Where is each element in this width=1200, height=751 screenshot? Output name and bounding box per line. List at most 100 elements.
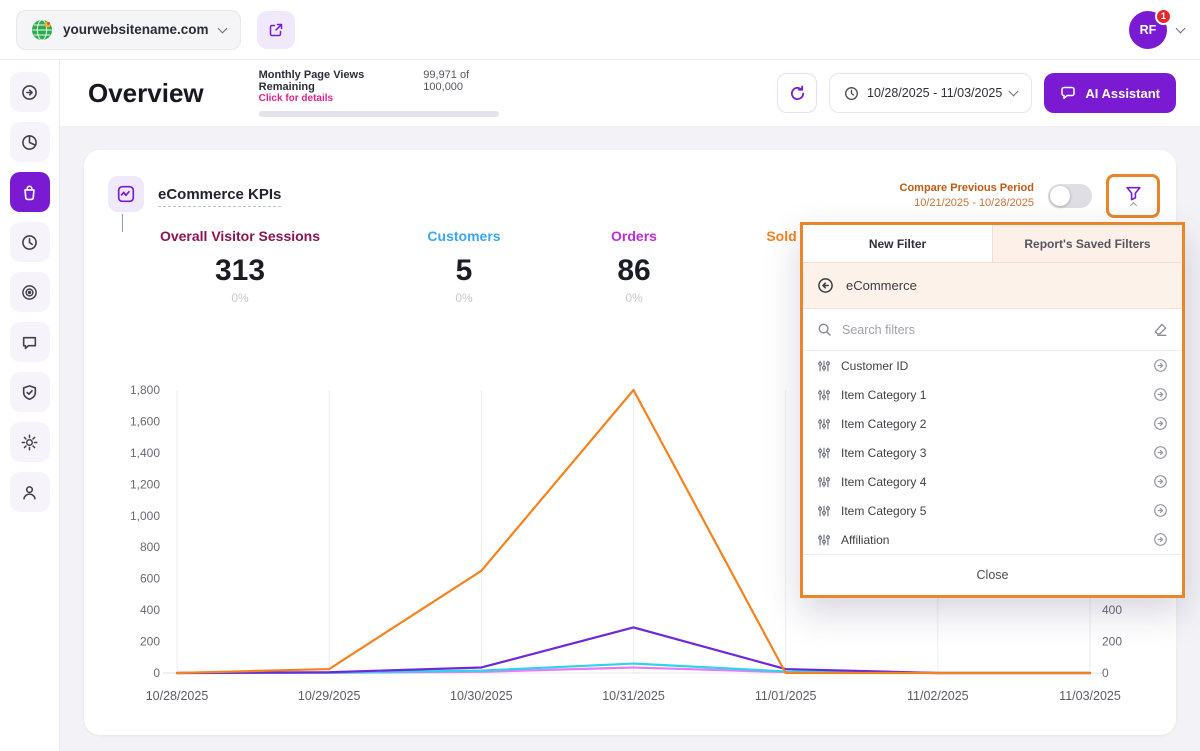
- ai-assistant-button[interactable]: AI Assistant: [1044, 73, 1176, 113]
- svg-text:11/02/2025: 11/02/2025: [907, 689, 969, 703]
- arrow-circle-right-icon[interactable]: [1153, 503, 1168, 518]
- filter-context-label: eCommerce: [846, 278, 917, 293]
- kpi-value-2: 86: [549, 254, 719, 288]
- svg-text:10/30/2025: 10/30/2025: [450, 689, 513, 703]
- user-menu[interactable]: RF 1: [1129, 11, 1167, 49]
- ai-chat-icon: [1060, 85, 1076, 101]
- filter-item-item-category-4[interactable]: Item Category 4: [803, 467, 1182, 496]
- svg-text:11/01/2025: 11/01/2025: [755, 689, 817, 703]
- pageviews-label: Monthly Page Views Remaining: [259, 69, 418, 93]
- sliders-icon: [817, 504, 831, 518]
- kpi-customers[interactable]: Customers 5 0%: [379, 228, 549, 305]
- content-area: eCommerce KPIs Compare Previous Period 1…: [60, 127, 1200, 751]
- filter-panel-close-button[interactable]: Close: [803, 554, 1182, 595]
- search-icon: [817, 322, 832, 337]
- filter-item-customer-id[interactable]: Customer ID: [803, 351, 1182, 380]
- filter-item-item-category-3[interactable]: Item Category 3: [803, 438, 1182, 467]
- filter-button[interactable]: [1125, 185, 1142, 208]
- sidebar-item-analytics[interactable]: [10, 122, 50, 162]
- person-icon: [21, 484, 38, 501]
- annotation-highlight-filter-button: [1106, 174, 1160, 218]
- kpi-label-1: Customers: [379, 228, 549, 244]
- svg-text:11/03/2025: 11/03/2025: [1059, 689, 1121, 703]
- sidebar-item-goals[interactable]: [10, 272, 50, 312]
- svg-text:10/29/2025: 10/29/2025: [298, 689, 361, 703]
- sidebar-item-settings[interactable]: [10, 422, 50, 462]
- sidebar-item-support[interactable]: [10, 472, 50, 512]
- svg-text:1,400: 1,400: [130, 446, 160, 460]
- filter-panel-tabs: New Filter Report's Saved Filters: [803, 225, 1182, 263]
- history-clock-icon: [21, 234, 38, 251]
- widget-icon: [108, 176, 144, 212]
- svg-text:800: 800: [140, 540, 160, 554]
- kpi-orders[interactable]: Orders 86 0%: [549, 228, 719, 305]
- arrow-circle-right-icon[interactable]: [1153, 445, 1168, 460]
- chevron-down-icon: [1009, 87, 1019, 97]
- sidebar-item-dashboard[interactable]: [10, 72, 50, 112]
- kpi-overall-visitor-sessions[interactable]: Overall Visitor Sessions 313 0%: [120, 228, 360, 305]
- arrow-circle-right-icon[interactable]: [1153, 532, 1168, 547]
- filter-search-input[interactable]: [842, 323, 1143, 337]
- filter-context-row[interactable]: eCommerce: [803, 263, 1182, 309]
- website-selector[interactable]: yourwebsitename.com: [16, 10, 241, 50]
- chat-bubble-icon: [21, 334, 38, 351]
- arrow-circle-right-icon[interactable]: [1153, 416, 1168, 431]
- arrow-circle-right-icon[interactable]: [1153, 358, 1168, 373]
- svg-text:400: 400: [140, 603, 160, 617]
- sidebar-item-privacy[interactable]: [10, 372, 50, 412]
- chevron-down-icon: [217, 23, 227, 33]
- tab-new-filter[interactable]: New Filter: [803, 225, 992, 262]
- kpi-label-2: Orders: [549, 228, 719, 244]
- ai-assistant-label: AI Assistant: [1085, 86, 1160, 101]
- compare-toggle[interactable]: [1048, 184, 1092, 208]
- filter-search-row: [803, 309, 1182, 351]
- svg-text:1,000: 1,000: [130, 509, 160, 523]
- kpi-pct-0: 0%: [120, 291, 360, 305]
- date-range-picker[interactable]: 10/28/2025 - 11/03/2025: [829, 73, 1032, 113]
- svg-text:10/28/2025: 10/28/2025: [146, 689, 209, 703]
- kpi-card: eCommerce KPIs Compare Previous Period 1…: [84, 150, 1176, 735]
- pageviews-progress-bar: [259, 111, 499, 117]
- arrow-circle-right-icon[interactable]: [1153, 474, 1168, 489]
- svg-text:1,200: 1,200: [130, 477, 160, 491]
- kpi-value-0: 313: [120, 254, 360, 288]
- sliders-icon: [817, 446, 831, 460]
- filter-item-affiliation[interactable]: Affiliation: [803, 525, 1182, 554]
- filter-item-item-category-2[interactable]: Item Category 2: [803, 409, 1182, 438]
- filter-item-item-category-5[interactable]: Item Category 5: [803, 496, 1182, 525]
- sliders-icon: [817, 359, 831, 373]
- pageviews-quota: Monthly Page Views Remaining 99,971 of 1…: [259, 69, 509, 117]
- sliders-icon: [817, 533, 831, 547]
- open-website-button[interactable]: [257, 11, 295, 49]
- sliders-icon: [817, 417, 831, 431]
- sidebar-item-history[interactable]: [10, 222, 50, 262]
- compare-previous-period: Compare Previous Period 10/21/2025 - 10/…: [900, 181, 1035, 211]
- compare-range: 10/21/2025 - 10/28/2025: [900, 196, 1035, 211]
- refresh-icon: [789, 85, 806, 102]
- shopping-bag-icon: [21, 184, 38, 201]
- tab-saved-filters[interactable]: Report's Saved Filters: [992, 225, 1182, 262]
- clock-icon: [844, 86, 859, 101]
- sidebar-item-communication[interactable]: [10, 322, 50, 362]
- shield-check-icon: [21, 384, 38, 401]
- kpi-pct-1: 0%: [379, 291, 549, 305]
- sliders-icon: [817, 388, 831, 402]
- compare-label: Compare Previous Period: [900, 181, 1035, 196]
- card-title: eCommerce KPIs: [158, 186, 281, 207]
- kpi-value-1: 5: [379, 254, 549, 288]
- eraser-icon[interactable]: [1153, 322, 1168, 337]
- svg-text:200: 200: [1102, 635, 1122, 649]
- chevron-down-icon[interactable]: [1176, 23, 1186, 33]
- kpi-pct-2: 0%: [549, 291, 719, 305]
- website-name: yourwebsitename.com: [63, 22, 209, 37]
- arrow-circle-right-icon[interactable]: [1153, 387, 1168, 402]
- sidebar-item-ecommerce[interactable]: [10, 172, 50, 212]
- gear-icon: [21, 434, 38, 451]
- back-circle-icon[interactable]: [817, 277, 834, 294]
- refresh-button[interactable]: [777, 73, 817, 113]
- pageviews-value: 99,971 of 100,000: [423, 69, 508, 93]
- filter-item-item-category-1[interactable]: Item Category 1: [803, 380, 1182, 409]
- svg-text:0: 0: [153, 666, 160, 680]
- pageviews-details-link[interactable]: Click for details: [259, 93, 509, 104]
- sliders-icon: [817, 475, 831, 489]
